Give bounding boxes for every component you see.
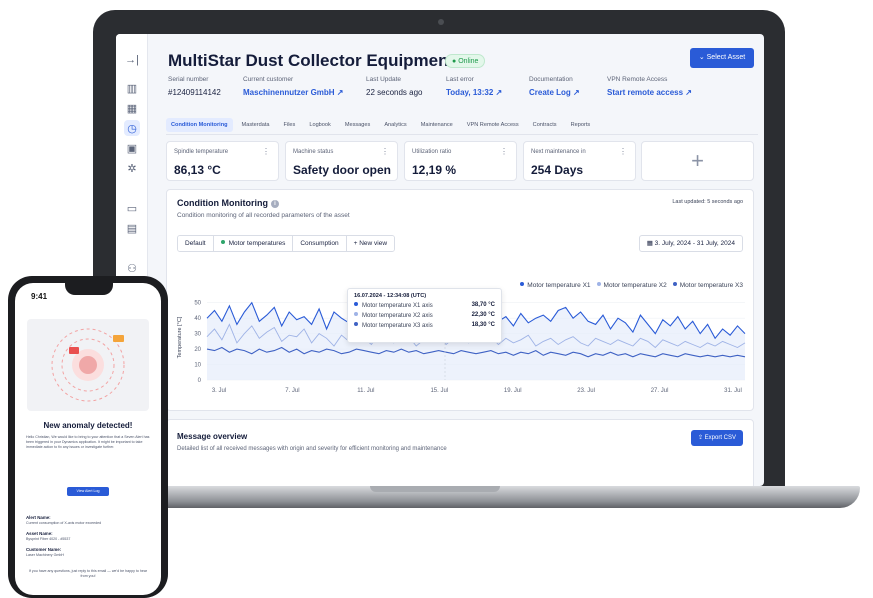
tooltip-row-x1: Motor temperature X1 axis 38,70 °C — [354, 302, 495, 309]
message-overview-title: Message overview — [177, 432, 248, 441]
meta-serial: Serial number #12409114142 — [168, 76, 221, 97]
tooltip-row-x3: Motor temperature X3 axis 18,30 °C — [354, 322, 495, 329]
tooltip-row-x2: Motor temperature X2 axis 22,30 °C — [354, 312, 495, 319]
y-axis-label: Temperature [°C] — [177, 316, 183, 358]
tab-masterdata[interactable]: Masterdata — [237, 118, 275, 132]
users-icon[interactable]: ⚇ — [124, 260, 140, 276]
more-icon[interactable]: ⋮ — [262, 147, 270, 156]
x-tick-label: 19. Jul — [504, 388, 522, 394]
add-kpi-button[interactable]: + — [641, 141, 754, 181]
view-alert-log-button[interactable]: View Alert Log — [67, 487, 109, 496]
tab-messages[interactable]: Messages — [340, 118, 376, 132]
message-overview-panel: Message overview Detailed list of all re… — [166, 419, 754, 486]
select-asset-button[interactable]: ⌄ Select Asset — [690, 48, 754, 68]
email-footer: If you have any questions, just reply to… — [28, 569, 148, 578]
kpi-card-spindle-temperature[interactable]: Spindle temperature ⋮ 86,13 °C — [166, 141, 279, 181]
tab-condition-monitoring[interactable]: Condition Monitoring — [166, 118, 233, 132]
export-csv-button[interactable]: ⇪ Export CSV — [690, 430, 743, 446]
customer-name-label: Customer Name: — [26, 547, 62, 552]
alert-name-label: Alert Name: — [26, 515, 51, 520]
meta-last-update: Last Update 22 seconds ago — [366, 76, 423, 97]
monitoring-icon[interactable]: ◷ — [124, 120, 140, 136]
condition-monitoring-panel: Condition Monitoring i Condition monitori… — [166, 189, 754, 411]
y-tick-label: 50 — [194, 301, 201, 307]
anomaly-title: New anomaly detected! — [43, 421, 133, 430]
more-icon[interactable]: ⋮ — [500, 147, 508, 156]
x-tick-label: 3. Jul — [212, 388, 226, 394]
asset-name-value: Bysprint Fiber 4020 - #5537 — [26, 537, 71, 541]
x-tick-label: 23. Jul — [577, 388, 595, 394]
more-icon[interactable]: ⋮ — [619, 147, 627, 156]
kpi-card-utilization-ratio[interactable]: Utilization ratio ⋮ 12,19 % — [404, 141, 517, 181]
alert-illustration — [27, 319, 149, 411]
tab-reports[interactable]: Reports — [566, 118, 596, 132]
tab-bar: Condition Monitoring Masterdata Files Lo… — [166, 118, 595, 134]
document-icon[interactable]: ▤ — [124, 220, 140, 236]
y-tick-label: 20 — [194, 347, 201, 353]
folder-icon[interactable]: ▭ — [124, 200, 140, 216]
settings-icon[interactable]: ✲ — [124, 160, 140, 176]
main-content: MultiStar Dust Collector Equipment ● Onl… — [148, 34, 764, 486]
customer-name-value: Laser Machinery GmbH — [26, 553, 64, 557]
email-body: Hello Christian, We would like to bring … — [26, 435, 150, 449]
tab-analytics[interactable]: Analytics — [379, 118, 411, 132]
status-bar-time: 9:41 — [31, 292, 48, 301]
export-icon: ⇪ — [697, 435, 705, 441]
camera — [438, 19, 444, 25]
more-icon[interactable]: ⋮ — [381, 147, 389, 156]
asset-name-label: Asset Name: — [26, 531, 53, 536]
page-title: MultiStar Dust Collector Equipment — [168, 51, 455, 70]
kpi-card-machine-status[interactable]: Machine status ⋮ Safety door open — [285, 141, 398, 181]
meta-documentation: Documentation Create Log ↗ — [529, 76, 580, 97]
x-tick-label: 27. Jul — [651, 388, 669, 394]
dashboard-icon[interactable]: ▥ — [124, 80, 140, 96]
tab-vpn-remote-access[interactable]: VPN Remote Access — [462, 118, 524, 132]
tab-files[interactable]: Files — [279, 118, 301, 132]
laptop-base-notch — [370, 486, 500, 492]
status-badge: ● Online — [445, 54, 486, 68]
meta-last-error: Last error Today, 13:32 ↗ — [446, 76, 503, 97]
phone-notch — [65, 283, 113, 295]
x-tick-label: 7. Jul — [285, 388, 299, 394]
x-tick-label: 11. Jul — [357, 388, 374, 394]
tab-contracts[interactable]: Contracts — [528, 118, 562, 132]
y-tick-label: 40 — [194, 316, 201, 322]
factory-icon[interactable]: ▦ — [124, 100, 140, 116]
app-screen: →| ▥ ▦ ◷ ▣ ✲ ▭ ▤ ⚇ MultiStar Dust Collec… — [116, 34, 764, 486]
y-tick-label: 0 — [198, 378, 202, 384]
x-tick-label: 15. Jul — [430, 388, 448, 394]
meta-customer: Current customer Maschinennutzer GmbH ↗ — [243, 76, 344, 97]
y-tick-label: 10 — [194, 363, 201, 369]
tab-maintenance[interactable]: Maintenance — [416, 118, 458, 132]
device-icon[interactable]: ▣ — [124, 140, 140, 156]
collapse-icon[interactable]: →| — [124, 52, 140, 68]
chart-tooltip: 16.07.2024 - 12:34:08 (UTC) Motor temper… — [347, 288, 502, 343]
alert-name-value: Current consumption of X-axis motor exce… — [26, 521, 102, 525]
tab-logbook[interactable]: Logbook — [304, 118, 335, 132]
kpi-card-next-maintenance[interactable]: Next maintenance in ⋮ 254 Days — [523, 141, 636, 181]
phone-screen: 9:41 New anomaly detected! Hello Christi… — [15, 283, 161, 595]
meta-vpn: VPN Remote Access Start remote access ↗ — [607, 76, 692, 97]
x-tick-label: 31. Jul — [724, 388, 742, 394]
tabs-divider — [166, 134, 758, 135]
y-tick-label: 30 — [194, 332, 201, 338]
message-overview-subtitle: Detailed list of all received messages w… — [177, 446, 447, 452]
